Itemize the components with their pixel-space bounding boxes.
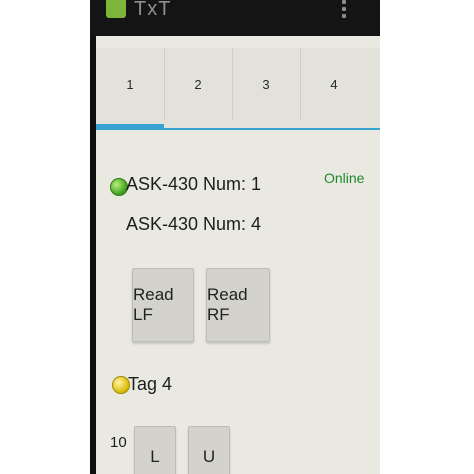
right-margin: [380, 0, 474, 474]
read-lf-button[interactable]: Read LF: [132, 268, 194, 342]
tag-label: Tag 4: [128, 374, 173, 394]
tab-bar: 1 2 3 4: [96, 48, 380, 128]
tag-l-button[interactable]: L: [134, 426, 176, 474]
app-content: 1 2 3 4 ASK-430 Num: 1 Online ASK-430 Nu…: [96, 36, 380, 474]
tab-3[interactable]: 3: [232, 48, 301, 120]
read-rf-button[interactable]: Read RF: [206, 268, 270, 342]
app-icon: [106, 0, 126, 18]
app-title: TxT: [134, 0, 172, 20]
tab-1[interactable]: 1: [96, 48, 165, 120]
left-margin: [0, 0, 94, 474]
tag-value: 10: [110, 434, 127, 451]
selected-tab-indicator: [96, 124, 164, 130]
tag-u-button[interactable]: U: [188, 426, 230, 474]
action-bar: TxT: [90, 0, 384, 36]
phone-screen: TxT 1 2 3 4 ASK-430 Num: 1 Online ASK-43…: [90, 0, 384, 474]
device-line-1: ASK-430 Num: 1: [126, 174, 262, 194]
connection-status: Online: [324, 170, 365, 186]
device-line-2: ASK-430 Num: 4: [126, 214, 262, 234]
tab-4[interactable]: 4: [300, 48, 368, 120]
tab-2[interactable]: 2: [164, 48, 233, 120]
overflow-menu-icon[interactable]: [342, 0, 346, 20]
tab-content: ASK-430 Num: 1 Online ASK-430 Num: 4 Rea…: [96, 134, 380, 474]
